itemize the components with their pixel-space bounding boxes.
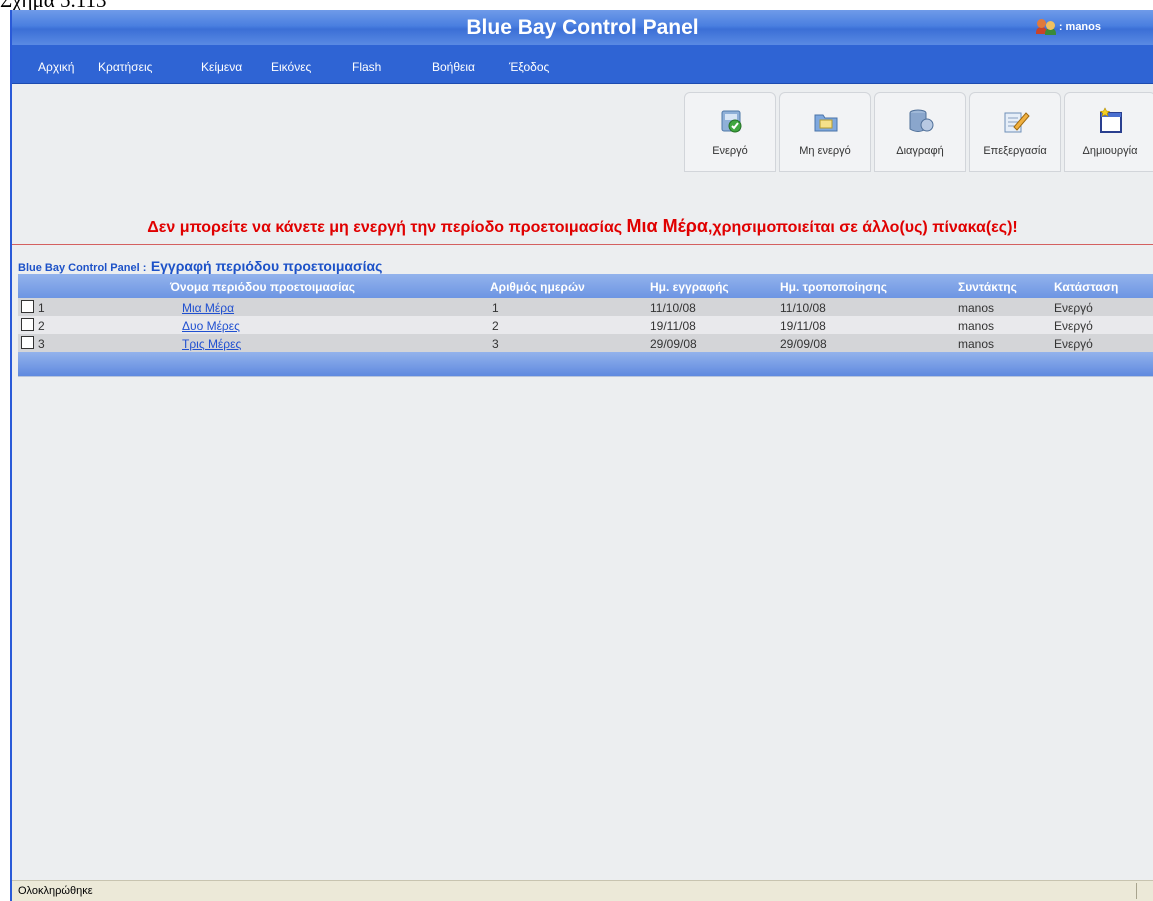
row-name-link[interactable]: Τρις Μέρες (182, 337, 241, 351)
column-header-created[interactable]: Ημ. εγγραφής (650, 280, 729, 294)
table-footer (18, 352, 1153, 377)
delete-label: Διαγραφή (896, 145, 944, 157)
row-author: manos (958, 337, 995, 351)
error-suffix: ,χρησιμοποιείται σε άλλο(υς) πίνακα(ες)! (707, 219, 1018, 236)
row-status: Ενεργό (1054, 337, 1093, 351)
records-table: Όνομα περιόδου προετοιμασίας Αριθμός ημε… (18, 274, 1153, 377)
delete-bin-icon (909, 109, 934, 132)
row-created: 11/10/08 (650, 301, 696, 315)
toolbar: Ενεργό Μη ενεργό Διαγραφή Επεξεργασία Δη… (684, 92, 1153, 172)
menu-item-exit[interactable]: Έξοδος (509, 60, 549, 74)
users-icon (1035, 19, 1057, 35)
menu-item-help[interactable]: Βοήθεια (432, 60, 475, 74)
table-row: 3 Τρις Μέρες 3 29/09/08 29/09/08 manos Ε… (18, 334, 1153, 352)
menu-item-flash[interactable]: Flash (352, 60, 381, 74)
column-header-days[interactable]: Αριθμός ημερών (490, 280, 585, 294)
row-modified: 11/10/08 (780, 301, 826, 315)
row-checkbox[interactable] (21, 318, 34, 331)
user-name: : manos (1058, 21, 1101, 33)
row-name-link[interactable]: Μια Μέρα (182, 301, 234, 315)
user-info: : manos (1035, 19, 1101, 35)
menu-item-texts[interactable]: Κείμενα (201, 60, 242, 74)
deactivate-folder-icon (814, 114, 838, 132)
row-author: manos (958, 319, 995, 333)
row-id: 3 (38, 337, 45, 351)
row-checkbox[interactable] (21, 300, 34, 313)
row-name-link[interactable]: Δυο Μέρες (182, 319, 240, 333)
section-title: Εγγραφή περιόδου προετοιμασίας (150, 258, 383, 274)
error-prefix: Δεν μπορείτε να κάνετε μη ενεργή την περ… (147, 219, 627, 236)
activate-button[interactable]: Ενεργό (684, 92, 776, 172)
menu-item-images[interactable]: Εικόνες (271, 60, 311, 74)
create-button[interactable]: Δημιουργία (1064, 92, 1153, 172)
status-separator (1136, 883, 1137, 899)
column-header-author[interactable]: Συντάκτης (958, 280, 1017, 294)
menu-item-bookings[interactable]: Κρατήσεις (98, 60, 152, 74)
table-row: 2 Δυο Μέρες 2 19/11/08 19/11/08 manos Εν… (18, 316, 1153, 334)
activate-icon (721, 110, 742, 133)
delete-button[interactable]: Διαγραφή (874, 92, 966, 172)
deactivate-button[interactable]: Μη ενεργό (779, 92, 871, 172)
status-bar: Ολοκληρώθηκε (12, 880, 1153, 901)
row-id: 2 (38, 319, 45, 333)
column-header-status[interactable]: Κατάσταση (1054, 280, 1118, 294)
section-app-name: Blue Bay Control Panel : (18, 262, 147, 274)
table-row: 1 Μια Μέρα 1 11/10/08 11/10/08 manos Ενε… (18, 298, 1153, 316)
row-created: 29/09/08 (650, 337, 697, 351)
main-menu: Αρχική Κρατήσεις Κείμενα Εικόνες Flash Β… (12, 45, 1153, 84)
row-modified: 19/11/08 (780, 319, 826, 333)
row-id: 1 (38, 301, 45, 315)
edit-button[interactable]: Επεξεργασία (969, 92, 1061, 172)
row-days: 2 (492, 319, 499, 333)
create-label: Δημιουργία (1082, 145, 1138, 157)
create-new-icon (1099, 107, 1122, 133)
error-message: Δεν μπορείτε να κάνετε μη ενεργή την περ… (12, 216, 1153, 237)
deactivate-label: Μη ενεργό (799, 145, 851, 157)
browser-window: Blue Bay Control Panel : manos Αρχική Κρ… (10, 10, 1153, 901)
edit-label: Επεξεργασία (983, 145, 1047, 157)
error-emphasis: Μια Μέρα (626, 216, 708, 236)
row-author: manos (958, 301, 995, 315)
figure-caption: Σχήμα 5.113 (0, 0, 107, 12)
app-title: Blue Bay Control Panel (466, 16, 699, 39)
row-modified: 29/09/08 (780, 337, 827, 351)
column-header-modified[interactable]: Ημ. τροποποίησης (780, 280, 887, 294)
row-days: 1 (492, 301, 499, 315)
row-checkbox[interactable] (21, 336, 34, 349)
edit-pencil-icon (1004, 112, 1030, 133)
row-status: Ενεργό (1054, 319, 1093, 333)
menu-item-home[interactable]: Αρχική (38, 60, 74, 74)
row-days: 3 (492, 337, 499, 351)
divider (12, 244, 1153, 245)
table-header: Όνομα περιόδου προετοιμασίας Αριθμός ημε… (18, 274, 1153, 298)
title-bar: Blue Bay Control Panel : manos (12, 10, 1153, 45)
activate-label: Ενεργό (712, 145, 748, 157)
status-text: Ολοκληρώθηκε (18, 885, 93, 897)
row-created: 19/11/08 (650, 319, 696, 333)
row-status: Ενεργό (1054, 301, 1093, 315)
column-header-name[interactable]: Όνομα περιόδου προετοιμασίας (170, 280, 355, 294)
